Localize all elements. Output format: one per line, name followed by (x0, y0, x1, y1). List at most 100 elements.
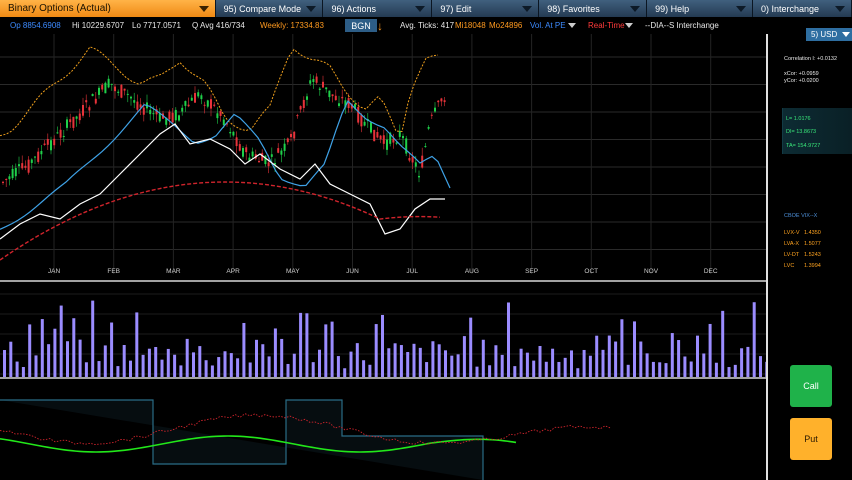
volume-bar (116, 366, 120, 377)
volume-bar (721, 310, 725, 377)
chevron-down-icon (198, 5, 209, 12)
candle-body (235, 137, 238, 147)
candle-body (62, 135, 65, 138)
candle-body (382, 135, 385, 144)
volume-bar (488, 365, 492, 377)
put-button[interactable]: Put (790, 418, 832, 460)
volume-bar (368, 364, 372, 377)
x-tick-label: NOV (644, 268, 659, 275)
volume-bar (261, 344, 265, 377)
candle-body (56, 132, 59, 134)
volume-bar (752, 302, 756, 377)
candle-body (178, 115, 180, 121)
volume-bar (3, 350, 6, 377)
volume-bar (532, 360, 536, 377)
candle-body (251, 151, 254, 157)
volume-bar (544, 361, 548, 377)
mi-value: Mi18048 (455, 21, 486, 30)
candle-body (181, 107, 184, 112)
volume-bar (166, 348, 170, 377)
vol-at-pe[interactable]: Vol. At PE (530, 21, 566, 30)
volume-bar (343, 368, 347, 377)
call-button[interactable]: Call (790, 365, 832, 407)
volume-bar (570, 350, 573, 377)
candle-body (104, 82, 107, 94)
volume-bar (223, 351, 227, 377)
correlation-stat: Correlation I: +0.0132 (784, 56, 838, 62)
menu-help[interactable]: 99) Help (647, 0, 753, 17)
volume-bar (103, 345, 107, 377)
lv-label: LVX-V (784, 230, 800, 236)
volume-bar (733, 364, 737, 377)
volume-bar (185, 338, 189, 377)
volume-bar (740, 348, 744, 377)
x-tick-label: DEC (704, 268, 718, 275)
lv-label: LV-DT (784, 252, 800, 258)
candle-body (437, 100, 440, 103)
menu-interchange[interactable]: 0) Interchange (753, 0, 852, 17)
candle-body (59, 129, 62, 138)
candle-body (120, 84, 123, 98)
candle-body (309, 80, 312, 84)
volume-bar (135, 312, 139, 377)
menu-edit-label: 97) Edit (440, 3, 472, 14)
chevron-down-icon (842, 32, 850, 37)
price-chart[interactable]: JAN FEB MAR APR MAY JUN JUL AUG SEP OCT NOV DEC (0, 34, 766, 480)
chevron-down-icon (415, 5, 426, 12)
volume-bar (267, 356, 271, 377)
menu-binary-options[interactable]: Binary Options (Actual) (0, 0, 216, 17)
candle-body (325, 87, 328, 90)
candle-body (171, 112, 174, 123)
volume-bar (475, 366, 479, 377)
candle-body (424, 146, 427, 148)
candle-body (174, 109, 177, 121)
x-tick-label: MAY (286, 268, 300, 275)
candle-body (280, 150, 283, 155)
candle-body (75, 116, 78, 119)
volume-bar (557, 361, 561, 377)
x-tick-label: MAR (166, 268, 181, 275)
candle-body (91, 93, 94, 97)
lv-label: LVC (784, 263, 795, 269)
candle-body (363, 121, 366, 126)
menu-compare-mode[interactable]: 95) Compare Mode (215, 0, 324, 17)
candle-body (213, 104, 216, 106)
candle-body (142, 107, 145, 115)
volume-bar (456, 354, 460, 377)
candle-body (242, 148, 244, 157)
menu-actions[interactable]: 96) Actions (323, 0, 433, 17)
candle-body (72, 116, 75, 128)
menu-edit[interactable]: 97) Edit (432, 0, 540, 17)
candle-body (386, 139, 388, 150)
lv-label: LVA-X (784, 241, 800, 247)
candle-body (133, 100, 136, 103)
volume-bar (362, 360, 366, 377)
candle-body (277, 148, 280, 153)
volume-bar (727, 367, 731, 377)
volume-bar (469, 317, 473, 377)
currency-select[interactable]: 5) USD (806, 28, 852, 41)
candle-body (190, 97, 193, 101)
candle-body (94, 98, 97, 104)
volume-bar (607, 335, 611, 377)
volume-bar (563, 357, 567, 377)
weekly-value: Weekly: 17334.83 (260, 21, 324, 30)
volume-bar (66, 341, 69, 377)
realtime-dropdown-icon[interactable] (625, 23, 633, 28)
x-tick-label: APR (226, 268, 240, 275)
vol-dropdown-icon[interactable] (568, 23, 576, 28)
candle-body (14, 167, 17, 177)
status-bar: Op 8854.6908 Hi 10229.6707 Lo 7717.0571 … (0, 18, 852, 33)
volume-bar (418, 347, 422, 377)
volume-bar (425, 362, 429, 377)
chevron-down-icon (736, 5, 746, 12)
realtime-label[interactable]: Real-Time (588, 21, 625, 30)
lv-row: LVC 1.3994 (784, 263, 821, 269)
menu-favorites[interactable]: 98) Favorites (539, 0, 648, 17)
candle-body (290, 133, 292, 138)
candle-body (126, 93, 129, 95)
candle-body (21, 163, 24, 169)
bgn-dropdown[interactable]: BGN (345, 19, 377, 32)
volume-bar (217, 357, 221, 377)
volume-bar (97, 361, 101, 377)
